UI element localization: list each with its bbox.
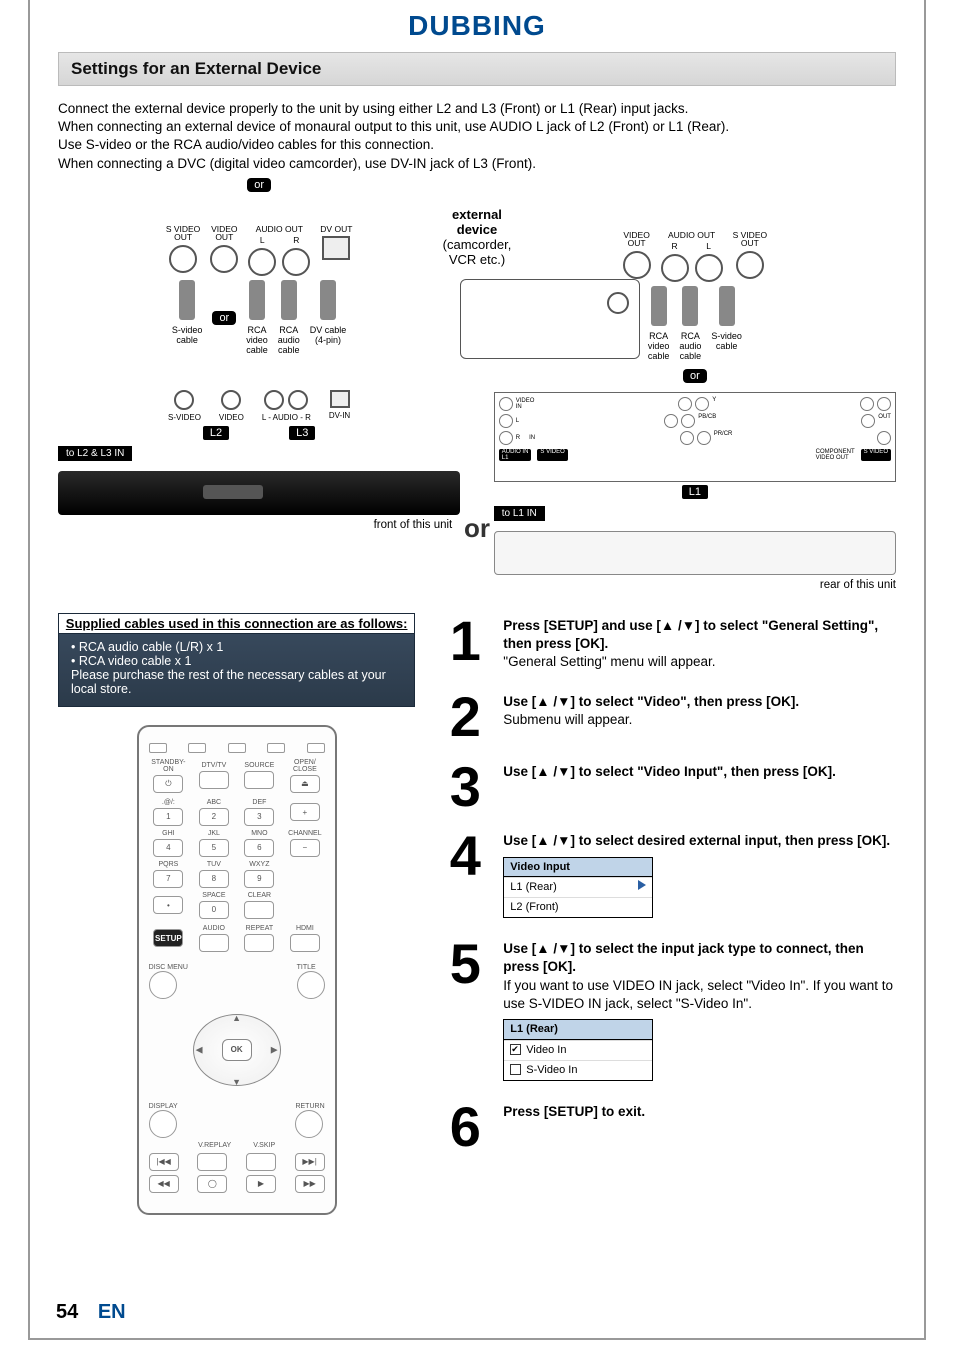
- unit-front-illustration: [58, 471, 460, 515]
- port-svideo-out: S VIDEO OUT: [166, 225, 200, 273]
- osd-l1-rear: L1 (Rear) Video In S-Video In: [503, 1019, 653, 1081]
- intro-line: When connecting a DVC (digital video cam…: [58, 155, 896, 173]
- page-footer: 54 EN: [56, 1301, 126, 1324]
- to-l2-l3-in-badge: to L2 & L3 IN: [58, 446, 132, 461]
- or-badge-right-cables: or: [683, 369, 707, 383]
- steps-list: 1 Press [SETUP] and use [▲ /▼] to select…: [441, 617, 896, 1151]
- remote-setup-button: SETUP: [153, 929, 183, 947]
- remote-key: •: [149, 896, 189, 914]
- or-badge-left-cables: or: [212, 311, 236, 325]
- jack-group-l3: L3: [289, 426, 315, 440]
- triangle-right-icon: [638, 880, 646, 890]
- rear-panel-illustration: VIDEO IN Y L PB/CB: [494, 392, 896, 482]
- port-dv-out: DV OUT: [320, 225, 352, 261]
- rear-connection-panel: VIDEO OUT AUDIO OUT R L S VIDEO OUT: [494, 187, 896, 591]
- front-caption: front of this unit: [58, 519, 460, 531]
- front-connection-panel: or S VIDEO OUT VIDEO OUT AUDIO OUT L: [58, 187, 460, 591]
- remote-key: GHI4: [149, 830, 189, 857]
- remote-keypad: .@/:1ABC2DEF3 + GHI4JKL5MNO6CHANNEL− PQRS7T…: [149, 799, 325, 919]
- cable-row-right: RCA video cable RCA audio cable S-video …: [494, 286, 896, 362]
- port-video-out-r: VIDEO OUT: [623, 231, 651, 279]
- cable-svideo: S-video cable: [172, 280, 203, 356]
- cable-svideo-r: S-video cable: [711, 286, 742, 362]
- jack-group-l2: L2: [203, 426, 229, 440]
- or-badge-top-left: or: [247, 178, 271, 192]
- page-lang: EN: [98, 1301, 126, 1323]
- cable-rca-audio: RCA audio cable: [278, 280, 300, 356]
- port-svideo-out-r: S VIDEO OUT: [733, 231, 767, 279]
- ext-device-outputs-right: VIDEO OUT AUDIO OUT R L S VIDEO OUT: [494, 231, 896, 282]
- intro-text: Connect the external device properly to …: [58, 100, 896, 173]
- intro-line: Use S-video or the RCA audio/video cable…: [58, 136, 896, 154]
- supplied-item: • RCA video cable x 1: [71, 654, 402, 668]
- remote-illustration: STANDBY-ON⏻ DTV/TV SOURCE OPEN/ CLOSE⏏ .…: [137, 725, 337, 1215]
- rear-caption: rear of this unit: [494, 579, 896, 591]
- port-audio-out-group-r: AUDIO OUT R L: [661, 231, 723, 282]
- page-title: DUBBING: [58, 10, 896, 42]
- cable-rca-video-r: RCA video cable: [648, 286, 670, 362]
- remote-key: JKL5: [194, 830, 234, 857]
- cable-rca-audio-r: RCA audio cable: [679, 286, 701, 362]
- intro-line: Connect the external device properly to …: [58, 100, 896, 118]
- jack-group-l1: L1: [682, 485, 708, 499]
- front-jack-dvin: DV-IN: [329, 390, 350, 422]
- port-audio-out-group: AUDIO OUT L R: [248, 225, 310, 276]
- unit-rear-illustration: [494, 531, 896, 575]
- cable-row-left: S-video cable or RCA video cable RCA aud…: [58, 280, 460, 356]
- port-audio-r: R: [282, 236, 310, 276]
- port-video-out: VIDEO OUT: [210, 225, 238, 273]
- remote-key: WXYZ9: [240, 861, 280, 888]
- supplied-cables-box: Supplied cables used in this connection …: [58, 613, 415, 707]
- remote-key: +: [285, 803, 325, 821]
- checkbox-checked-icon: [510, 1044, 521, 1055]
- front-jack-svideo: S-VIDEO: [168, 390, 201, 422]
- page-frame: DUBBING Settings for an External Device …: [28, 0, 926, 1340]
- connection-diagram: or S VIDEO OUT VIDEO OUT AUDIO OUT L: [58, 187, 896, 591]
- osd-video-input: Video Input L1 (Rear) L2 (Front): [503, 857, 653, 919]
- remote-key: MNO6: [240, 830, 280, 857]
- lower-section: Supplied cables used in this connection …: [58, 613, 896, 1215]
- to-l1-in-badge: to L1 IN: [494, 506, 545, 521]
- intro-line: When connecting an external device of mo…: [58, 118, 896, 136]
- remote-key: CLEAR: [240, 892, 280, 919]
- step-4: 4 Use [▲ /▼] to select desired external …: [441, 832, 896, 918]
- remote-key: SPACE0: [194, 892, 234, 919]
- supplied-note: Please purchase the rest of the necessar…: [71, 668, 402, 696]
- front-jack-audio-lr: L - AUDIO - R: [262, 390, 311, 422]
- remote-dpad: OK ▲▼◀▶: [182, 1005, 292, 1095]
- remote-key: CHANNEL−: [285, 830, 325, 857]
- cable-dv: DV cable (4-pin): [310, 280, 347, 356]
- ext-device-outputs-left: S VIDEO OUT VIDEO OUT AUDIO OUT L: [58, 225, 460, 276]
- step-5: 5 Use [▲ /▼] to select the input jack ty…: [441, 940, 896, 1080]
- remote-key: PQRS7: [149, 861, 189, 888]
- front-jack-video: VIDEO: [219, 390, 244, 422]
- cable-rca-video: RCA video cable: [246, 280, 268, 356]
- remote-key: TUV8: [194, 861, 234, 888]
- supplied-item: • RCA audio cable (L/R) x 1: [71, 640, 402, 654]
- remote-key: DEF3: [240, 799, 280, 826]
- section-heading: Settings for an External Device: [58, 52, 896, 86]
- supplied-heading: Supplied cables used in this connection …: [59, 614, 414, 634]
- step-1: 1 Press [SETUP] and use [▲ /▼] to select…: [441, 617, 896, 672]
- remote-key: .@/:1: [149, 799, 189, 826]
- checkbox-unchecked-icon: [510, 1064, 521, 1075]
- port-audio-l: L: [248, 236, 276, 276]
- page-number: 54: [56, 1301, 78, 1323]
- center-or-label: or: [464, 513, 490, 544]
- step-3: 3 Use [▲ /▼] to select "Video Input", th…: [441, 763, 896, 811]
- step-2: 2 Use [▲ /▼] to select "Video", then pre…: [441, 693, 896, 741]
- step-6: 6 Press [SETUP] to exit.: [441, 1103, 896, 1151]
- remote-key: ABC2: [194, 799, 234, 826]
